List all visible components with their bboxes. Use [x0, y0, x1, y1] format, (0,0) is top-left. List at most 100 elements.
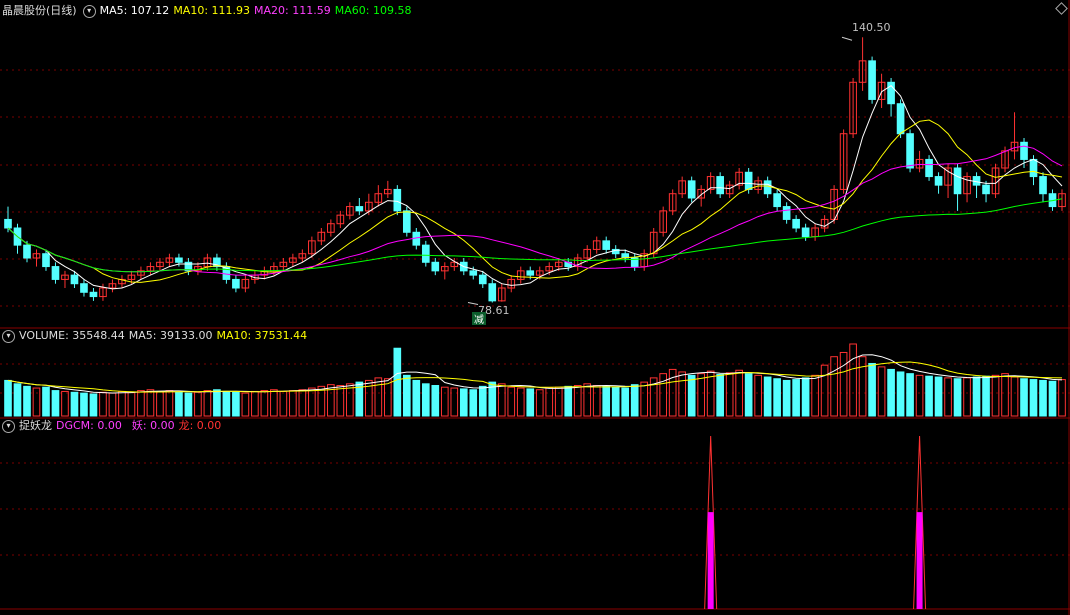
- volume-bar-up: [535, 389, 544, 417]
- high-pointer: [841, 36, 853, 41]
- chevron-down-icon[interactable]: ▾: [82, 4, 96, 18]
- volume-bar-down: [773, 378, 781, 417]
- candle-down: [763, 180, 772, 195]
- volume-bar-up: [165, 390, 174, 417]
- volume-bar-up: [251, 390, 259, 417]
- candle-down: [232, 278, 240, 289]
- volume-bar-up: [270, 389, 278, 417]
- volume-bar-up: [678, 371, 687, 417]
- volume-bar-up: [545, 387, 554, 417]
- volume-bar-down: [716, 373, 724, 417]
- volume-bar-up: [137, 390, 145, 417]
- volume-bar-down: [13, 383, 22, 417]
- volume-bar-up: [118, 390, 126, 417]
- candle-down: [4, 218, 12, 229]
- candle-down: [478, 274, 487, 285]
- ma10-value: MA10: 111.93: [173, 4, 251, 17]
- volume-bar-down: [42, 386, 50, 417]
- volume-bar-up: [194, 391, 202, 417]
- candle-down: [773, 193, 781, 208]
- volume-bar-up: [592, 385, 601, 417]
- volume-bar-down: [925, 375, 933, 417]
- volume-bar-down: [526, 388, 535, 417]
- candle-down: [42, 253, 50, 268]
- candlestick-series: [4, 37, 1066, 303]
- volume-bar-up: [298, 389, 307, 417]
- candle-down: [792, 218, 800, 229]
- volume-bar-up: [241, 392, 250, 417]
- candle-down: [953, 167, 962, 195]
- volume-bar-up: [507, 386, 516, 417]
- yao-value: 妖: 0.00: [131, 419, 175, 432]
- volume-bar-up: [289, 390, 297, 417]
- volume-bars: [4, 343, 1066, 417]
- candle-down: [925, 158, 933, 178]
- high-price-label: 140.50: [852, 21, 891, 34]
- volume-bar-down: [611, 386, 620, 417]
- volume-ma10-value: MA10: 37531.44: [216, 329, 308, 342]
- volume-bar-down: [478, 385, 487, 417]
- volume-bar-down: [412, 379, 421, 417]
- volume-bar-down: [431, 385, 440, 417]
- volume-bar-down: [51, 390, 60, 417]
- ma20-value: MA20: 111.59: [254, 4, 331, 17]
- chevron-down-icon[interactable]: ▾: [2, 329, 15, 343]
- volume-bar-up: [260, 390, 269, 417]
- volume-bar-down: [1048, 380, 1057, 417]
- volume-bar-up: [127, 391, 136, 417]
- volume-bar-down: [763, 376, 772, 417]
- price-panel-header: 晶晨股份(日线) ▾ MA5: 107.12 MA10: 111.93 MA20…: [0, 3, 415, 19]
- volume-bar-up: [554, 386, 563, 417]
- yao-spike-bar: [916, 512, 923, 609]
- volume-bar-up: [156, 390, 164, 417]
- volume-bar-up: [706, 370, 715, 417]
- volume-bar-up: [279, 390, 288, 417]
- volume-bar-up: [640, 381, 649, 417]
- candle-down: [1020, 141, 1028, 160]
- long-value: 龙: 0.00: [178, 419, 222, 432]
- candle-down: [70, 274, 79, 285]
- volume-bar-down: [782, 379, 791, 417]
- volume-bar-down: [602, 385, 611, 417]
- volume-bar-down: [934, 376, 943, 417]
- volume-bar-down: [906, 373, 914, 417]
- indicator-name: 捉妖龙: [19, 419, 52, 432]
- candle-down: [23, 244, 31, 259]
- candle-down: [906, 133, 914, 169]
- candle-down: [469, 270, 478, 276]
- candle-down: [80, 283, 88, 293]
- volume-bar-up: [497, 383, 506, 417]
- volume-bar-down: [953, 378, 962, 417]
- volume-bar-down: [393, 347, 402, 417]
- volume-bar-up: [336, 385, 345, 417]
- volume-bar-down: [421, 383, 430, 417]
- volume-bar-up: [203, 390, 212, 417]
- volume-bar-down: [184, 392, 193, 417]
- volume-bar-up: [754, 374, 762, 417]
- candle-down: [868, 60, 876, 100]
- volume-bar-up: [61, 390, 69, 417]
- volume-bar-down: [982, 375, 990, 417]
- volume-bar-up: [1010, 376, 1019, 417]
- volume-bar-up: [877, 366, 886, 417]
- volume-bar-down: [1020, 378, 1028, 417]
- moving-average-lines: [7, 36, 1063, 306]
- volume-bar-down: [792, 379, 800, 417]
- candle-down: [801, 227, 810, 238]
- volume-bar-down: [687, 374, 696, 417]
- chevron-down-icon[interactable]: ▾: [2, 419, 15, 433]
- volume-bar-up: [725, 372, 734, 417]
- candle-down: [602, 240, 611, 250]
- candle-down: [51, 266, 60, 280]
- chart-grid: [0, 0, 1070, 615]
- volume-bar-down: [801, 377, 810, 417]
- volume-bar-down: [744, 373, 753, 417]
- volume-bar-down: [175, 391, 183, 417]
- candle-down: [687, 180, 696, 199]
- volume-bar-up: [583, 383, 592, 417]
- stock-name: 晶晨股份(日线): [2, 4, 77, 17]
- volume-bar-down: [868, 362, 876, 417]
- candle-down: [744, 171, 753, 190]
- ma5-value: MA5: 107.12: [99, 4, 170, 17]
- indicator-spikes: [704, 435, 927, 610]
